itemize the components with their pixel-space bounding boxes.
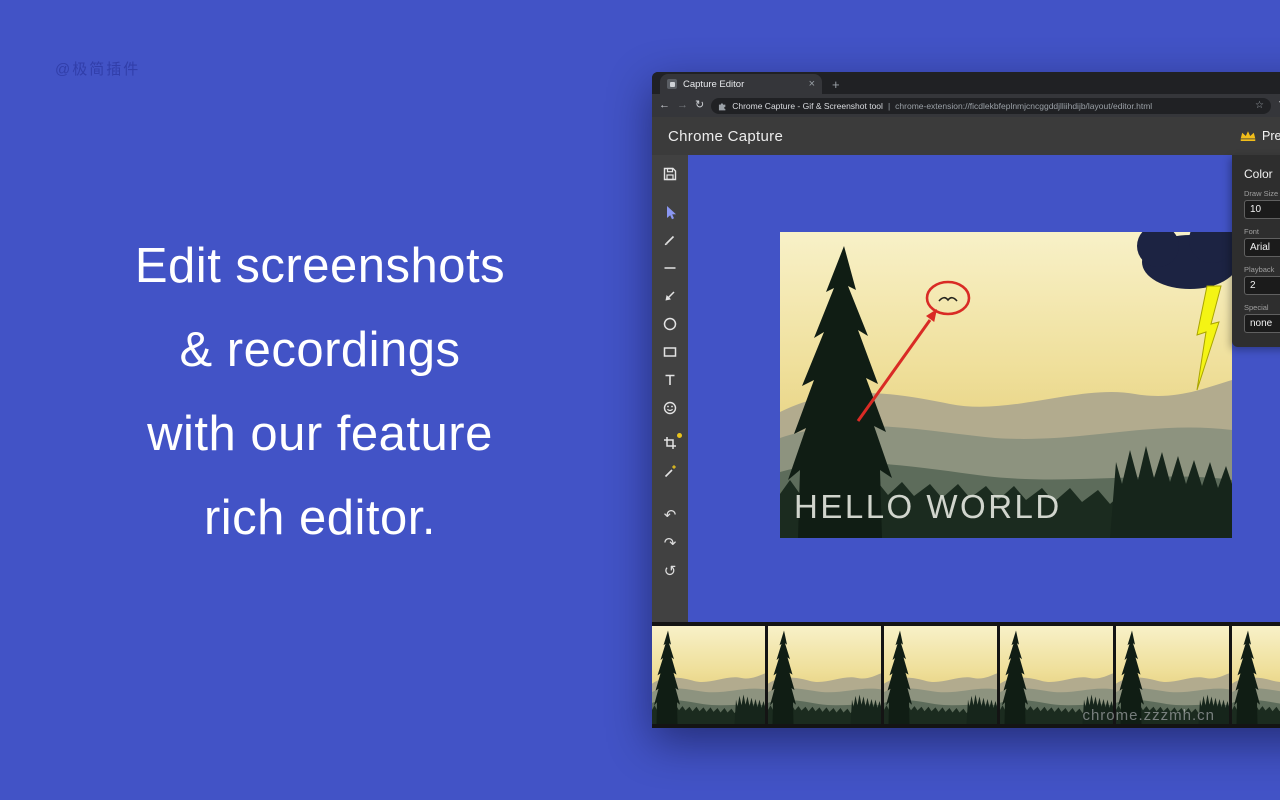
bookmark-star-icon[interactable]: ☆	[1255, 101, 1264, 111]
save-tool-button[interactable]	[652, 160, 688, 188]
browser-window: Capture Editor × + ← → ↻ Chrome Capture …	[652, 72, 1280, 728]
cursor-icon	[662, 204, 678, 220]
forward-icon[interactable]: →	[677, 100, 688, 111]
frame-image	[652, 626, 765, 724]
draw-size-input[interactable]: 10	[1244, 200, 1280, 219]
line-icon	[662, 260, 678, 276]
frame-image	[768, 626, 881, 724]
draw-size-field: Draw Size 10	[1244, 189, 1280, 219]
save-icon	[662, 166, 678, 182]
browser-toolbar: ← → ↻ Chrome Capture - Gif & Screenshot …	[652, 94, 1280, 117]
ellipse-icon	[662, 316, 678, 332]
magic-wand-icon	[662, 463, 678, 479]
headline-line: Edit screenshots	[30, 224, 610, 308]
rectangle-tool-button[interactable]	[652, 338, 688, 366]
red-circle-annotation[interactable]	[927, 282, 969, 314]
extension-page-icon	[718, 101, 727, 111]
canvas-text-annotation[interactable]: HELLO WORLD	[794, 488, 1062, 526]
address-bar[interactable]: Chrome Capture - Gif & Screenshot tool |…	[711, 98, 1271, 114]
new-tab-button[interactable]: +	[832, 78, 840, 91]
font-label: Font	[1244, 227, 1280, 236]
redo-icon: ↷	[664, 536, 677, 551]
bird-mark	[939, 298, 957, 301]
crown-icon	[1240, 130, 1256, 142]
address-separator: |	[888, 101, 890, 111]
back-icon[interactable]: ←	[659, 100, 670, 111]
playback-input[interactable]: 2	[1244, 276, 1280, 295]
tab-capture-editor[interactable]: Capture Editor ×	[660, 74, 822, 94]
headline-line: with our feature	[30, 392, 610, 476]
crop-icon	[662, 435, 678, 451]
line-tool-button[interactable]	[652, 254, 688, 282]
headline: Edit screenshots & recordings with our f…	[30, 224, 610, 560]
page-watermark-top: @极简插件	[55, 58, 140, 79]
tab-close-icon[interactable]: ×	[809, 79, 815, 90]
font-field: Font Arial	[1244, 227, 1280, 257]
color-label: Color	[1244, 167, 1280, 181]
frame-thumbnail[interactable]	[884, 626, 997, 724]
undo-button[interactable]: ↶	[652, 501, 688, 529]
select-tool-button[interactable]	[652, 198, 688, 226]
emoji-icon	[662, 400, 678, 416]
frame-strip: chrome.zzzmh.cn	[652, 622, 1280, 728]
draw-size-label: Draw Size	[1244, 189, 1280, 198]
brush-tool-button[interactable]	[652, 226, 688, 254]
font-input[interactable]: Arial	[1244, 238, 1280, 257]
history-button[interactable]: ↺	[652, 557, 688, 585]
frame-image	[884, 626, 997, 724]
history-icon: ↺	[664, 564, 677, 579]
reload-icon[interactable]: ↻	[695, 100, 704, 111]
editor-main: ↶ ↷ ↺	[652, 155, 1280, 622]
special-input[interactable]: none	[1244, 314, 1280, 333]
captured-image[interactable]: HELLO WORLD	[780, 232, 1232, 538]
frame-thumbnail[interactable]	[652, 626, 765, 724]
lightning-sticker[interactable]	[1197, 286, 1221, 390]
address-title: Chrome Capture - Gif & Screenshot tool	[732, 101, 883, 111]
properties-panel: Color Draw Size 10 Font Arial Playback 2…	[1232, 155, 1280, 347]
playback-label: Playback	[1244, 265, 1280, 274]
headline-line: & recordings	[30, 308, 610, 392]
crop-badge	[677, 433, 682, 438]
undo-icon: ↶	[664, 508, 677, 523]
arrow-tool-button[interactable]	[652, 282, 688, 310]
special-label: Special	[1244, 303, 1280, 312]
ellipse-tool-button[interactable]	[652, 310, 688, 338]
redo-button[interactable]: ↷	[652, 529, 688, 557]
app-title: Chrome Capture	[668, 128, 783, 145]
premium-button[interactable]: Premium	[1240, 129, 1280, 143]
text-icon	[662, 372, 678, 388]
arrow-icon	[662, 288, 678, 304]
site-watermark: chrome.zzzmh.cn	[1082, 707, 1215, 724]
special-field: Special none	[1244, 303, 1280, 333]
emoji-tool-button[interactable]	[652, 394, 688, 422]
frame-thumbnail[interactable]	[768, 626, 881, 724]
frame-image	[1232, 626, 1280, 724]
crop-tool-button[interactable]	[652, 429, 688, 457]
effects-wand-tool-button[interactable]	[652, 457, 688, 485]
cloud-sticker[interactable]	[1137, 232, 1232, 289]
app-header: Chrome Capture Premium	[652, 117, 1280, 155]
tab-favicon-icon	[667, 79, 677, 89]
headline-line: rich editor.	[30, 476, 610, 560]
tool-sidebar: ↶ ↷ ↺	[652, 155, 688, 622]
tab-strip: Capture Editor × +	[652, 72, 1280, 94]
frame-thumbnail[interactable]	[1232, 626, 1280, 724]
playback-field: Playback 2	[1244, 265, 1280, 295]
tab-title: Capture Editor	[683, 79, 803, 90]
text-tool-button[interactable]	[652, 366, 688, 394]
rectangle-icon	[662, 344, 678, 360]
address-url: chrome-extension://ficdlekbfeplnmjcncggd…	[895, 101, 1250, 111]
premium-label: Premium	[1262, 129, 1280, 143]
editor-canvas[interactable]: HELLO WORLD	[688, 155, 1280, 622]
red-arrow-annotation[interactable]	[858, 309, 937, 421]
brush-icon	[662, 232, 678, 248]
